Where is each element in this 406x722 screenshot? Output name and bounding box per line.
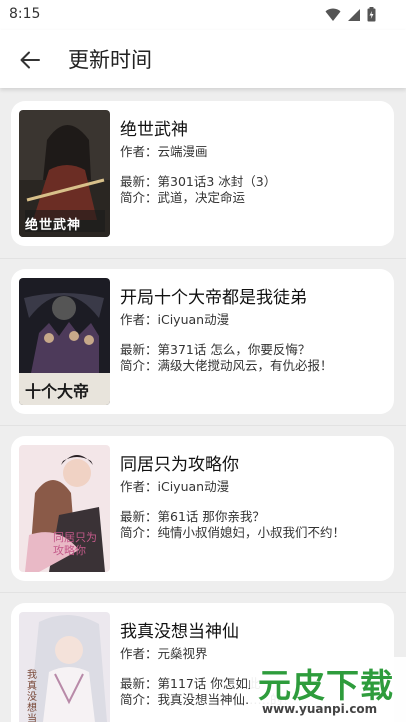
comic-latest-chapter: 最新：第61话 那你亲我？ bbox=[120, 509, 265, 524]
comic-cover[interactable]: 同居只为攻略你 bbox=[19, 445, 110, 572]
wifi-icon bbox=[325, 8, 341, 21]
comic-latest-chapter: 最新：第301话3 冰封（3） bbox=[120, 174, 277, 189]
comic-intro: 简介：满级大佬搅动风云，有仇必报！ bbox=[120, 358, 333, 373]
comic-cover[interactable]: 十个大帝 bbox=[19, 278, 110, 405]
comic-cover[interactable]: 我真没想当神仙 bbox=[19, 612, 110, 722]
divider bbox=[0, 258, 406, 259]
divider bbox=[0, 592, 406, 593]
comic-author: 作者：iCiyuan动漫 bbox=[120, 479, 230, 494]
battery-icon bbox=[367, 7, 376, 22]
divider bbox=[0, 425, 406, 426]
status-bar: 8:15 bbox=[0, 0, 406, 30]
cover-title-text: 同居只为攻略你 bbox=[53, 531, 97, 557]
status-time: 8:15 bbox=[9, 6, 41, 22]
watermark-text: 元皮下载 bbox=[258, 666, 394, 705]
comic-card[interactable]: 绝世武神 绝世武神 作者：云端漫画 最新：第301话3 冰封（3） 简介：武道，… bbox=[11, 101, 394, 246]
cover-title-text: 绝世武神 bbox=[25, 218, 82, 233]
back-button[interactable] bbox=[16, 46, 44, 74]
comic-intro: 简介：纯情小叔俏媳妇，小叔我们不约！ bbox=[120, 525, 346, 540]
page-title: 更新时间 bbox=[68, 48, 152, 72]
comic-title: 开局十个大帝都是我徒弟 bbox=[120, 288, 307, 308]
comic-title: 绝世武神 bbox=[120, 120, 188, 140]
comic-card[interactable]: 十个大帝 开局十个大帝都是我徒弟 作者：iCiyuan动漫 最新：第371话 怎… bbox=[11, 269, 394, 414]
comic-intro: 简介：武道，决定命运 bbox=[120, 190, 246, 205]
cellular-signal-icon bbox=[348, 8, 360, 21]
comic-latest-chapter: 最新：第117话 你怎如此 bbox=[120, 676, 261, 691]
comic-card[interactable]: 同居只为攻略你 同居只为攻略你 作者：iCiyuan动漫 最新：第61话 那你亲… bbox=[11, 436, 394, 581]
back-arrow-icon bbox=[20, 51, 40, 69]
comic-title: 同居只为攻略你 bbox=[120, 455, 239, 475]
cover-title-text: 我真没想当神仙 bbox=[27, 670, 37, 722]
app-bar: 更新时间 bbox=[0, 30, 406, 88]
watermark-url: www.yuanpi.com bbox=[262, 702, 378, 716]
status-icons bbox=[325, 7, 376, 22]
comic-author: 作者：iCiyuan动漫 bbox=[120, 312, 230, 327]
watermark-logo: 元皮下载 www.yuanpi.com bbox=[250, 657, 406, 722]
comic-author: 作者：云端漫画 bbox=[120, 144, 208, 159]
comic-cover[interactable]: 绝世武神 bbox=[19, 110, 110, 237]
comic-latest-chapter: 最新：第371话 怎么，你要反悔？ bbox=[120, 342, 311, 357]
comic-author: 作者：元燊视界 bbox=[120, 646, 208, 661]
cover-title-text: 十个大帝 bbox=[25, 382, 90, 401]
comic-title: 我真没想当神仙 bbox=[120, 622, 239, 642]
